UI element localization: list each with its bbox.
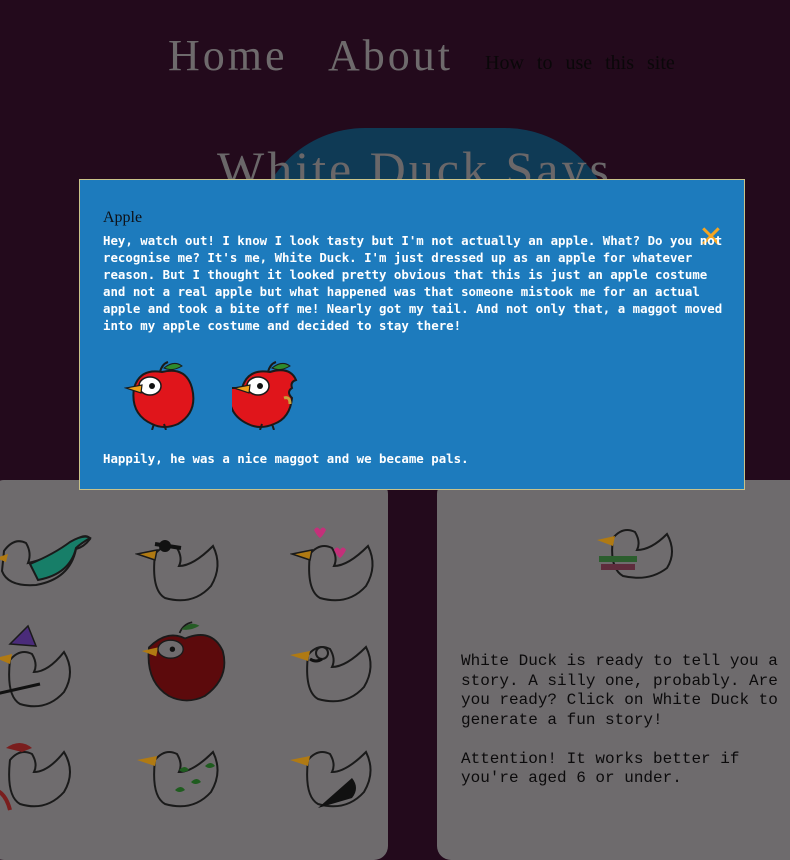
costume-modal: Apple ✕ Hey, watch out! I know I look ta… [79, 179, 745, 490]
attention-text: Attention! It works better if you're age… [461, 749, 750, 788]
white-duck-reading-icon[interactable] [595, 520, 685, 580]
nav-how-to-link[interactable]: How to use this site [485, 52, 675, 75]
love-hearts-duck-icon[interactable] [290, 522, 390, 612]
wizard-duck-icon[interactable] [0, 622, 96, 712]
bitten-apple-duck-icon [232, 361, 298, 430]
leafy-camouflage-duck-icon[interactable] [135, 730, 235, 820]
apple-duck-icon [124, 361, 195, 430]
nav-home-link[interactable]: Home [168, 30, 288, 81]
nav-about-link[interactable]: About [328, 30, 453, 81]
apple-costume-duck-icon[interactable] [135, 615, 235, 705]
mermaid-duck-icon[interactable] [0, 516, 96, 606]
main-nav: Home About How to use this site [0, 28, 790, 88]
modal-body-text: Hey, watch out! I know I look tasty but … [103, 233, 723, 333]
pirate-eyepatch-duck-icon[interactable] [135, 524, 235, 614]
umbrella-duck-icon[interactable] [288, 730, 388, 820]
story-intro-text: White Duck is ready to tell you a story.… [461, 652, 788, 788]
modal-title: Apple [103, 209, 143, 226]
monocle-duck-icon[interactable] [288, 625, 388, 715]
pirate-bandana-duck-icon[interactable] [0, 730, 96, 820]
modal-footer-text: Happily, he was a nice maggot and we bec… [103, 451, 469, 466]
